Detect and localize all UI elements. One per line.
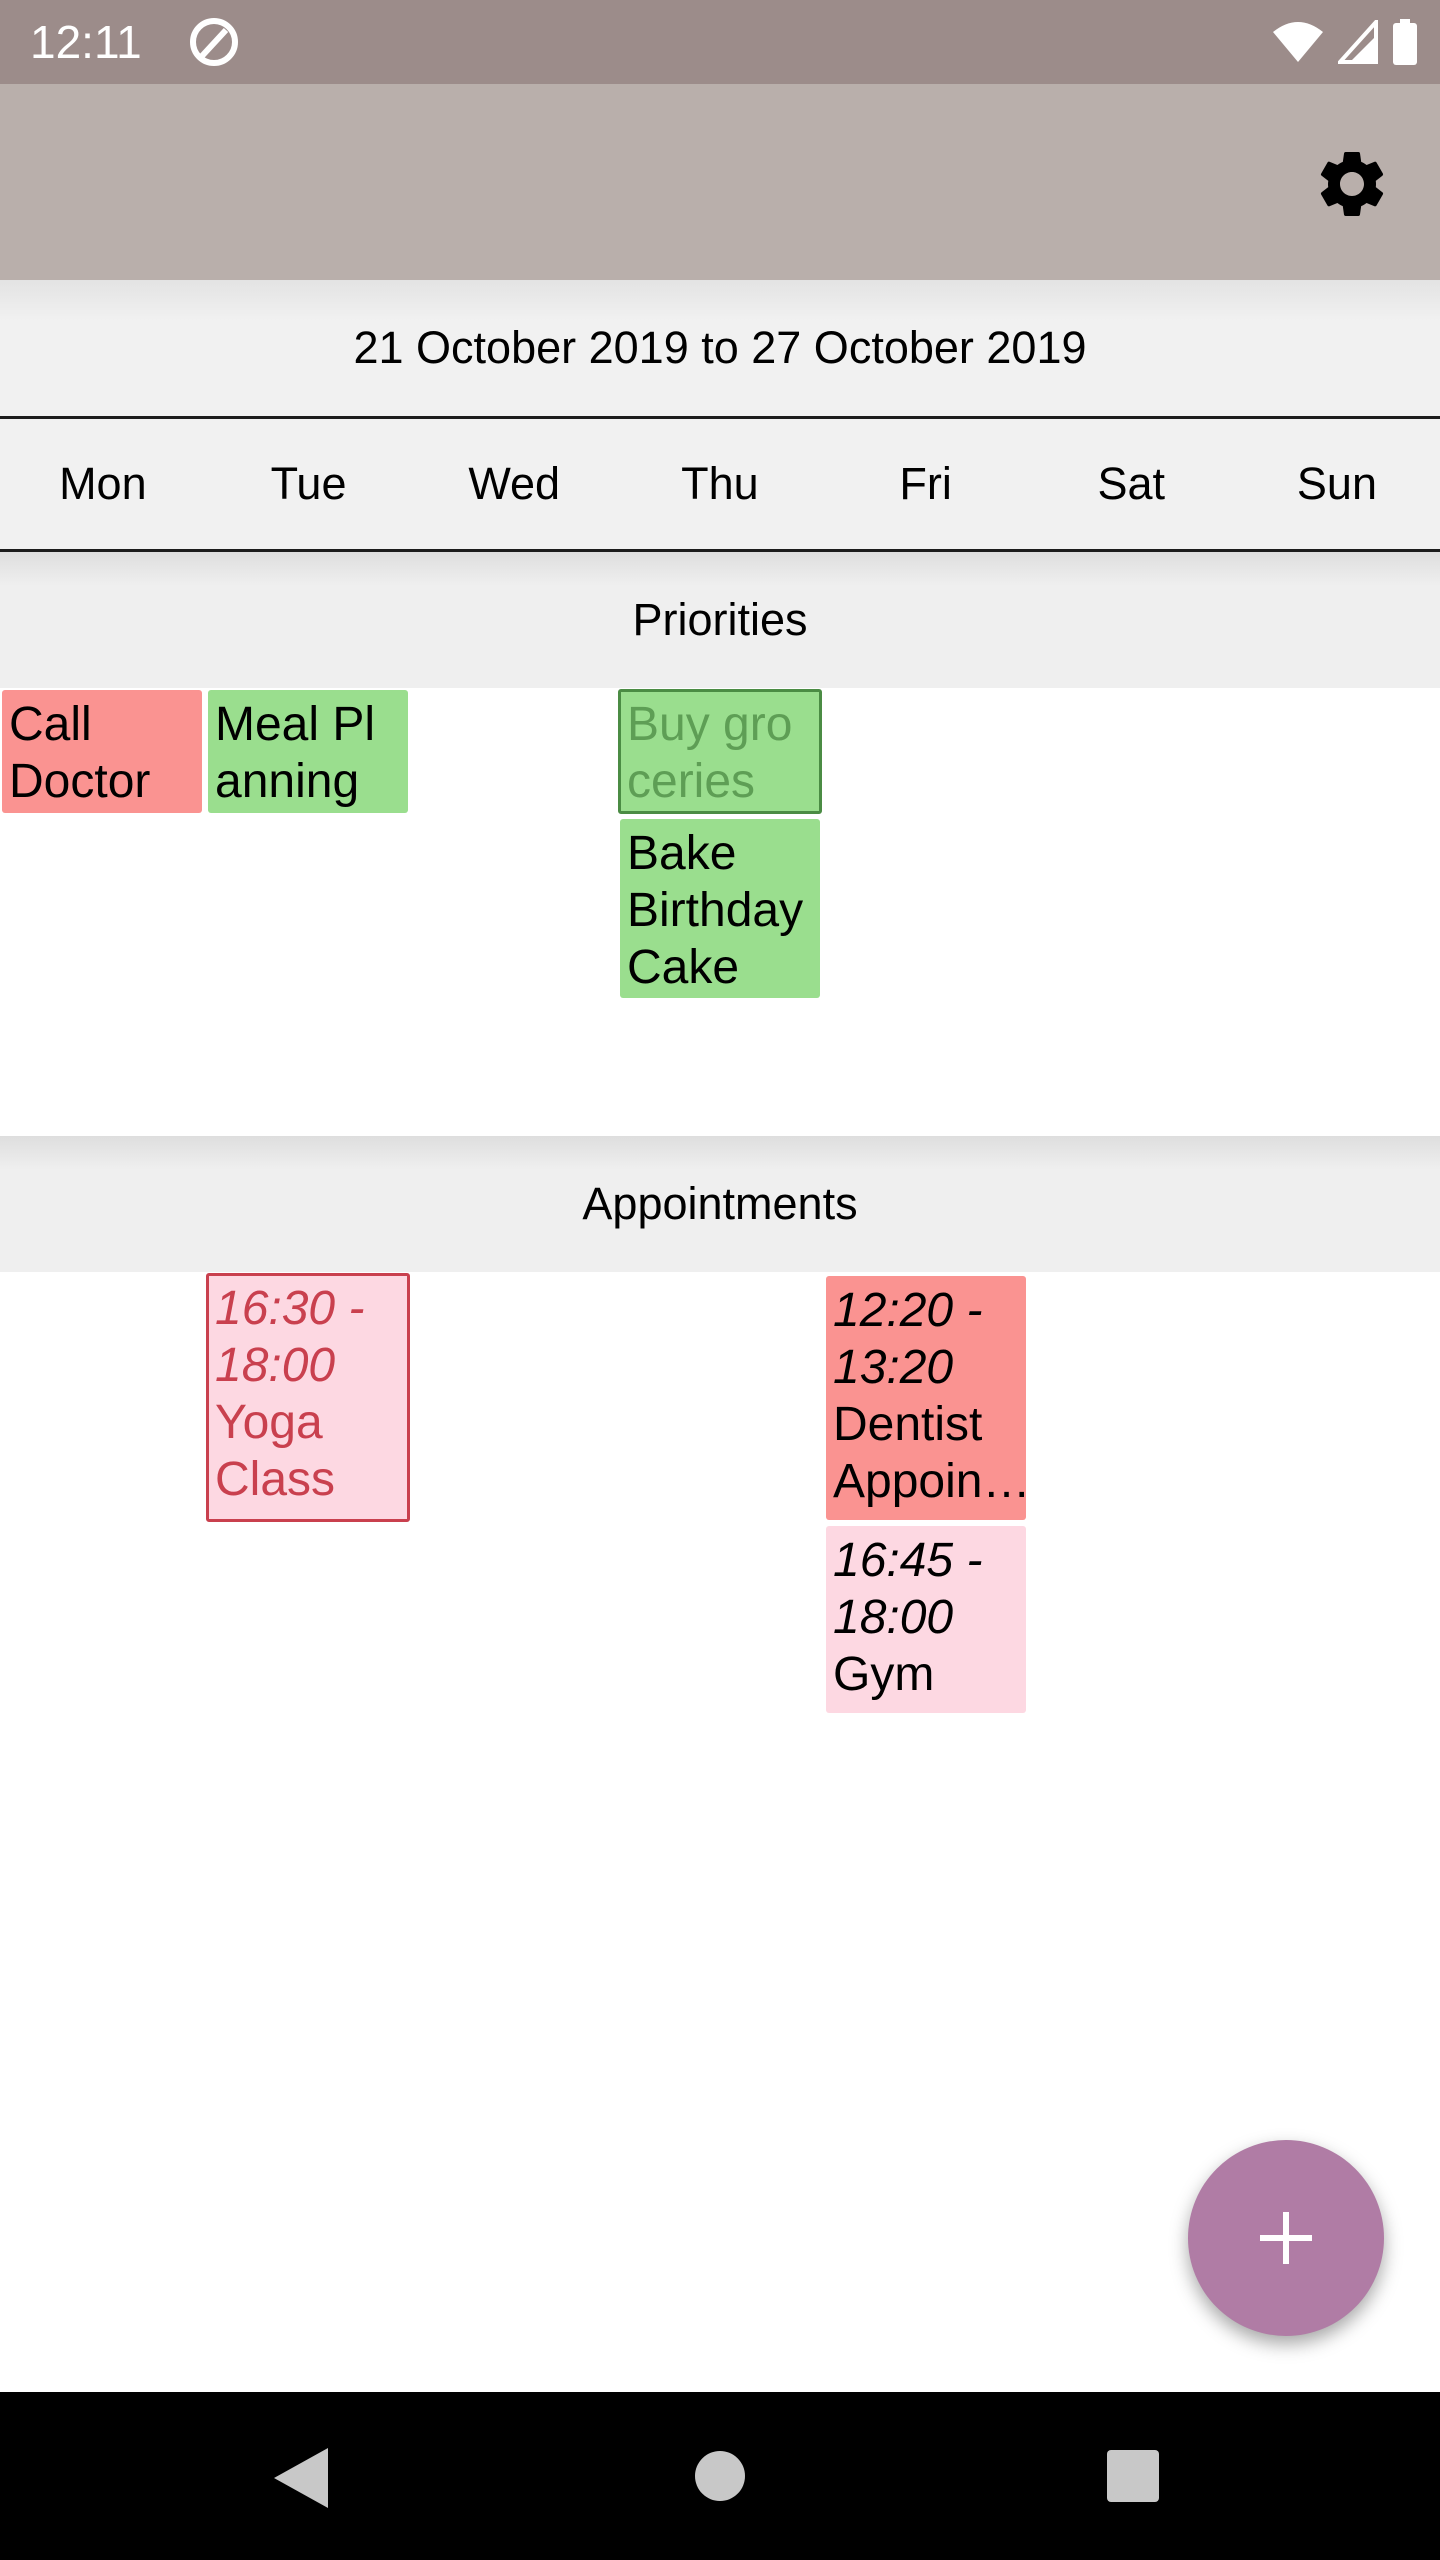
home-circle-icon[interactable]	[694, 2450, 746, 2502]
appointment-title-line: Class	[215, 1453, 336, 1506]
appointment-card-dentist[interactable]: 12:20 - 13:20 Dentist Appoin…	[826, 1276, 1026, 1520]
appointment-time-line: 13:20	[833, 1341, 954, 1394]
status-bar: 12:11	[0, 0, 1440, 84]
appointment-title-line: Gym	[833, 1648, 935, 1701]
appointment-title-line: Dentist	[833, 1398, 983, 1451]
battery-icon	[1393, 19, 1417, 65]
appointment-time-line: 12:20 -	[833, 1284, 983, 1337]
app-bar	[0, 84, 1440, 280]
gear-icon[interactable]	[1312, 144, 1392, 224]
appointment-card-yoga-class[interactable]: 16:30 - 18:00 Yoga Class	[206, 1273, 410, 1522]
appointment-time-line: 18:00	[215, 1339, 336, 1392]
date-range-header[interactable]: 21 October 2019 to 27 October 2019	[0, 280, 1440, 419]
appointments-header: Appointments	[0, 1136, 1440, 1272]
plus-icon	[1260, 2212, 1312, 2264]
day-mon: Mon	[59, 458, 147, 509]
priority-card-buy-groceries[interactable]: Buy gro ceries	[618, 689, 822, 814]
date-range-label: 21 October 2019 to 27 October 2019	[353, 322, 1087, 373]
priority-card-line: Call	[9, 698, 92, 751]
priority-card-line: Meal Pl	[215, 698, 376, 751]
priority-card-line: Doctor	[9, 755, 151, 808]
day-sun: Sun	[1296, 458, 1377, 509]
back-triangle-icon[interactable]	[272, 2446, 330, 2510]
appointments-title: Appointments	[582, 1178, 858, 1229]
day-thu: Thu	[681, 458, 759, 509]
appointment-title-line: Appoin…	[833, 1455, 1026, 1508]
appointment-time-line: 18:00	[833, 1591, 954, 1644]
priorities-title: Priorities	[632, 594, 808, 645]
system-nav-bar	[0, 2392, 1440, 2560]
day-fri: Fri	[899, 458, 952, 509]
priority-card-meal-planning[interactable]: Meal Pl anning	[208, 690, 408, 813]
priority-card-line: Buy gro	[627, 698, 793, 751]
wifi-icon	[1273, 22, 1323, 62]
priority-card-line: Cake	[627, 941, 740, 994]
day-wed: Wed	[468, 458, 561, 509]
appointment-card-gym[interactable]: 16:45 - 18:00 Gym	[826, 1526, 1026, 1713]
at-sign-icon	[190, 18, 238, 66]
priority-card-line: anning	[215, 755, 360, 808]
priority-card-bake-birthday-cake[interactable]: Bake Birthday Cake	[620, 819, 820, 998]
appointment-time-line: 16:45 -	[833, 1534, 983, 1587]
priorities-header: Priorities	[0, 552, 1440, 688]
priority-card-call-doctor[interactable]: Call Doctor	[2, 690, 202, 813]
recents-square-icon[interactable]	[1107, 2450, 1159, 2502]
status-icons	[1272, 18, 1418, 66]
add-button[interactable]	[1188, 2140, 1384, 2336]
priority-card-line: Birthday	[627, 884, 804, 937]
day-sat: Sat	[1097, 458, 1166, 509]
appointment-time-line: 16:30 -	[215, 1282, 365, 1335]
appointment-title-line: Yoga	[215, 1396, 323, 1449]
weekday-row: Mon Tue Wed Thu Fri Sat Sun	[0, 419, 1440, 552]
signal-icon	[1338, 20, 1378, 64]
day-tue: Tue	[270, 458, 347, 509]
priority-card-line: ceries	[627, 755, 756, 808]
priority-card-line: Bake	[627, 827, 737, 880]
status-time: 12:11	[30, 16, 142, 68]
